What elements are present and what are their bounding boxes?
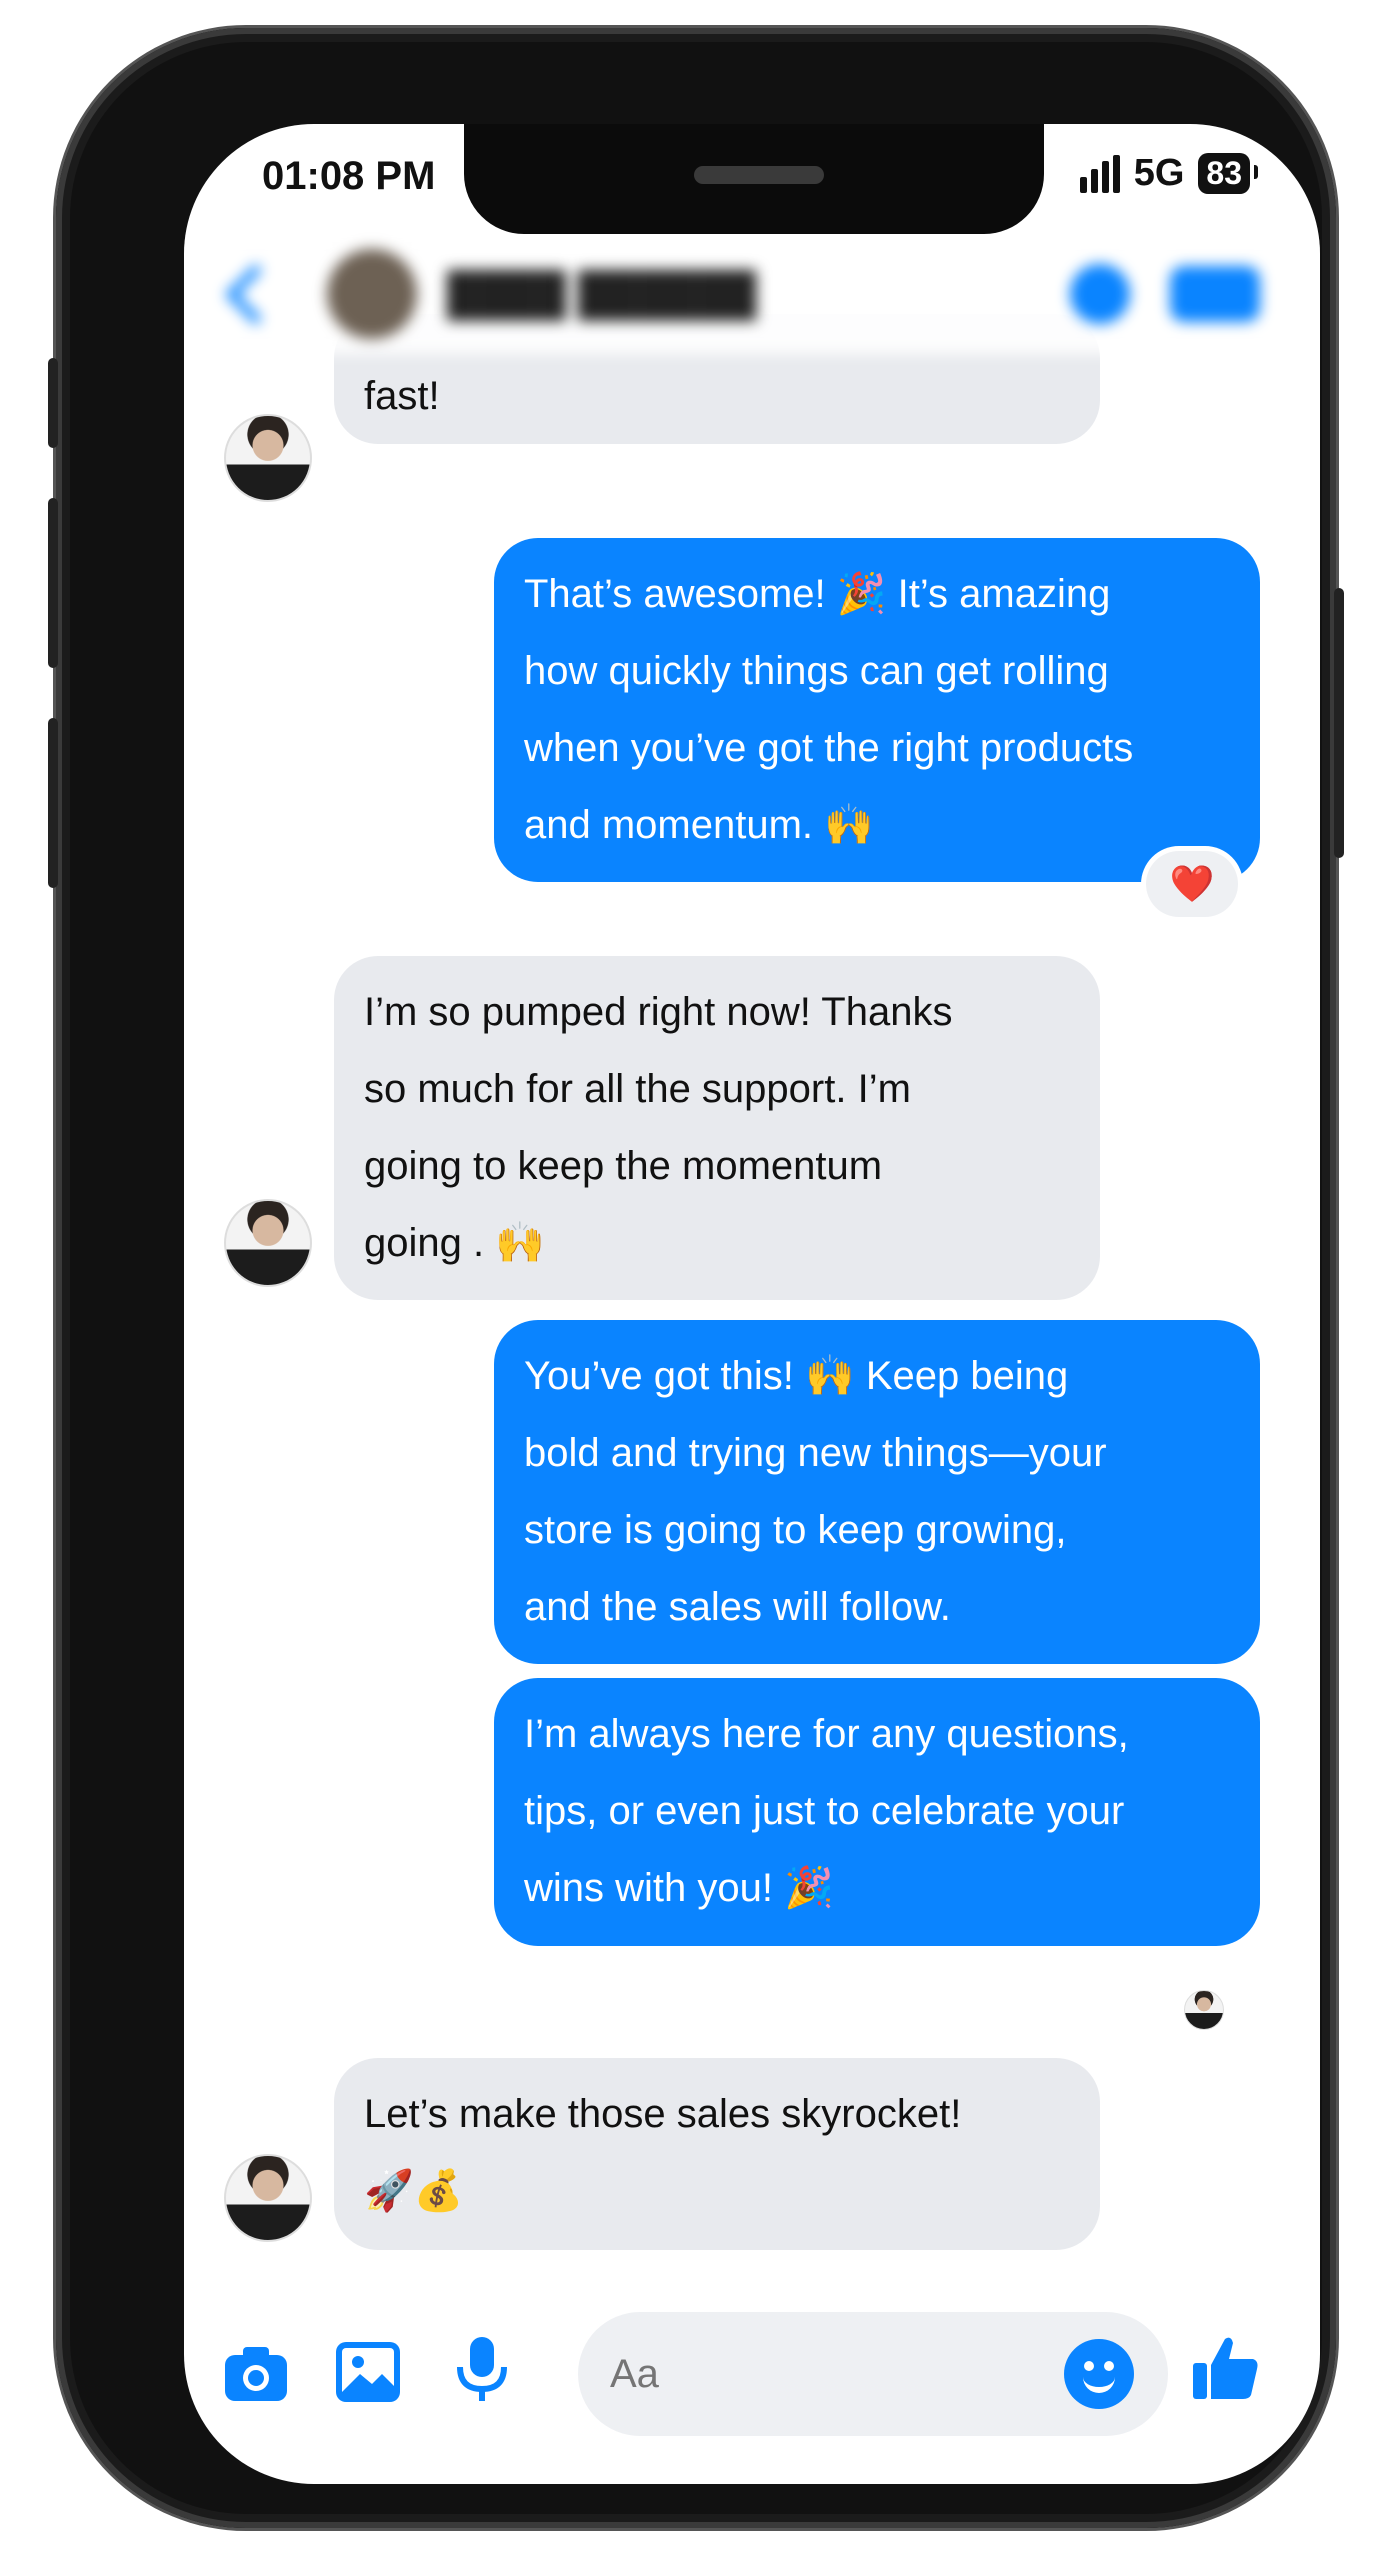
message-line: I’m always here for any questions, [524,1712,1129,1756]
speaker [694,166,824,184]
message-incoming[interactable]: Let’s make those sales skyrocket! 🚀💰 [334,2058,1100,2250]
message-line: so much for all the support. I’m [364,1067,911,1111]
side-button-volume-up [48,498,58,668]
sender-avatar[interactable] [224,2154,312,2242]
message-line: I’m so pumped right now! Thanks [364,990,953,1034]
side-button-volume-down [48,718,58,888]
message-line: 🚀💰 [364,2169,464,2213]
microphone-icon[interactable] [446,2334,518,2406]
chat-header: ████ ██████ [184,234,1320,354]
contact-name[interactable]: ████ ██████ [447,270,756,318]
sender-avatar[interactable] [224,1199,312,1287]
message-outgoing[interactable]: That’s awesome! 🎉 It’s amazing how quick… [494,538,1260,882]
message-list: fast! That’s awesome! 🎉 It’s amazing how… [184,124,1320,2484]
thumbs-up-icon[interactable] [1190,2332,1262,2404]
message-line: Let’s make those sales skyrocket! [364,2092,962,2136]
message-line: That’s awesome! 🎉 It’s amazing [524,572,1111,616]
message-line: going . 🙌 [364,1221,546,1265]
video-icon[interactable] [1170,266,1260,322]
phone-frame: 01:08 PM 5G 83 ████ ██████ fast! That’s … [48,28,1344,2528]
message-line: tips, or even just to celebrate your [524,1789,1125,1833]
message-line: and the sales will follow. [524,1585,951,1629]
notch [464,124,1044,234]
read-receipt-avatar [1184,1990,1224,2030]
image-icon[interactable] [332,2336,404,2408]
message-line: going to keep the momentum [364,1144,883,1188]
screen: 01:08 PM 5G 83 ████ ██████ fast! That’s … [184,124,1320,2484]
message-line: store is going to keep growing, [524,1508,1067,1552]
message-composer[interactable] [578,2312,1168,2436]
message-line: and momentum. 🙌 [524,803,874,847]
message-outgoing[interactable]: You’ve got this! 🙌 Keep being bold and t… [494,1320,1260,1664]
message-line: how quickly things can get rolling [524,649,1109,693]
contact-avatar[interactable] [327,249,417,339]
phone-icon[interactable] [1070,264,1130,324]
emoji-icon[interactable] [1064,2339,1134,2409]
message-input[interactable] [608,2350,1032,2398]
side-button-mute [48,358,58,448]
message-incoming[interactable]: I’m so pumped right now! Thanks so much … [334,956,1100,1300]
message-line: bold and trying new things—your [524,1431,1107,1475]
back-icon[interactable] [225,263,286,325]
sender-avatar[interactable] [224,414,312,502]
camera-icon[interactable] [220,2338,292,2410]
side-button-power [1334,588,1344,858]
heart-reaction[interactable]: ❤️ [1146,851,1238,917]
message-line: wins with you! 🎉 [524,1866,834,1910]
message-line: when you’ve got the right products [524,726,1134,770]
message-line: You’ve got this! 🙌 Keep being [524,1354,1069,1398]
message-line: fast! [364,374,440,418]
message-outgoing[interactable]: I’m always here for any questions, tips,… [494,1678,1260,1946]
